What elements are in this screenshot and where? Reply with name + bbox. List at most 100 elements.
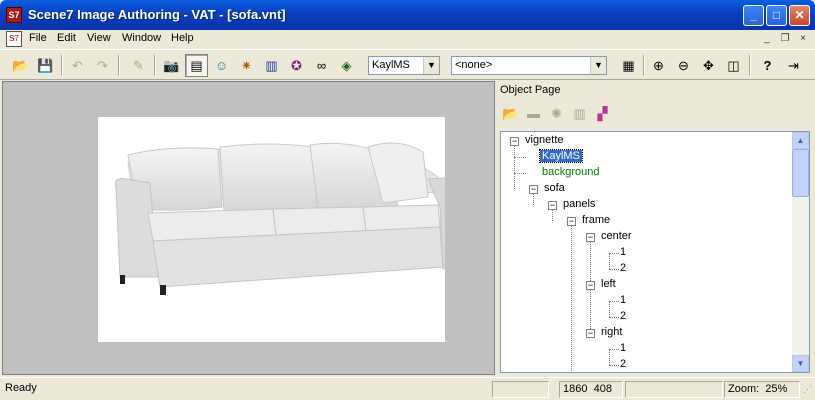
edit-icon[interactable]: ✎	[127, 54, 150, 77]
document-icon[interactable]: S7	[6, 31, 22, 47]
star-icon[interactable]: ✪	[285, 54, 308, 77]
toolbar-separator	[154, 55, 156, 76]
book-icon[interactable]: ▥	[260, 54, 283, 77]
mdi-minimize-button[interactable]: _	[760, 33, 774, 45]
toolbar-separator	[61, 55, 63, 76]
undo-icon[interactable]: ↶	[66, 54, 89, 77]
tree-node-left[interactable]: left	[599, 277, 618, 292]
maximize-button[interactable]: □	[766, 5, 787, 26]
fit-icon[interactable]: ✥	[697, 54, 720, 77]
menu-window[interactable]: Window	[122, 32, 161, 44]
rgb-icon[interactable]: ▞	[592, 104, 613, 125]
toolbar: 📂 💾 ↶ ↷ ✎ 📷 ▤ ☺ ✷ ▥ ✪ ∞ ◈ KaylMS ▼ <none…	[0, 49, 815, 80]
page-icon[interactable]: ▤	[185, 54, 208, 77]
tree-line	[609, 253, 610, 269]
remove-icon[interactable]: ▬	[523, 104, 544, 125]
app-icon[interactable]: S7	[6, 7, 22, 23]
save-icon[interactable]: 💾	[34, 54, 57, 77]
tree-collapse-toggle[interactable]: −	[586, 329, 595, 338]
light-icon[interactable]: ✷	[235, 54, 258, 77]
menu-view[interactable]: View	[87, 32, 111, 44]
toolbar-separator	[118, 55, 120, 76]
scroll-thumb[interactable]	[792, 149, 809, 197]
zoom-in-icon[interactable]: ⊕	[647, 54, 670, 77]
tree-node-right-2[interactable]: 2	[618, 357, 628, 372]
mask-icon[interactable]: ☺	[210, 54, 233, 77]
tree-node-label: 2	[620, 262, 627, 274]
link-icon[interactable]: ∞	[310, 54, 333, 77]
toolbar-separator	[643, 55, 645, 76]
tree-node-label: 1	[620, 294, 627, 306]
chevron-down-icon[interactable]: ▼	[590, 57, 606, 74]
tree-node-label: 1	[620, 342, 627, 354]
tree-node-panels[interactable]: panels	[561, 197, 597, 212]
tree-node-center-2[interactable]: 2	[618, 261, 628, 276]
tree-node-vignette[interactable]: vignette	[523, 133, 566, 148]
tree-node-left-2[interactable]: 2	[618, 309, 628, 324]
tree-node-label: center	[601, 230, 632, 242]
status-coords: 1860 408	[559, 381, 623, 398]
tree-node-center-1[interactable]: 1	[618, 245, 628, 260]
object-combo-value: KaylMS	[372, 59, 410, 71]
tree-node-sofa[interactable]: sofa	[542, 181, 567, 196]
menu-edit[interactable]: Edit	[57, 32, 76, 44]
help-icon[interactable]: ?	[756, 54, 779, 77]
object-combo[interactable]: KaylMS ▼	[368, 56, 440, 75]
split-view-icon[interactable]: ◫	[722, 54, 745, 77]
material-combo[interactable]: <none> ▼	[451, 56, 607, 75]
tree-line	[514, 141, 515, 189]
material-combo-value: <none>	[455, 59, 493, 71]
tree-node-right[interactable]: right	[599, 325, 624, 340]
object-tree[interactable]: − vignette KaylMS background − sofa − pa…	[500, 131, 810, 373]
open-icon[interactable]: 📂	[9, 54, 32, 77]
mdi-close-button[interactable]: ×	[796, 33, 810, 45]
layer-icon[interactable]: ◈	[335, 54, 358, 77]
tree-node-frame[interactable]: frame	[580, 213, 612, 228]
tree-node-center[interactable]: center	[599, 229, 634, 244]
tree-collapse-toggle[interactable]: −	[586, 281, 595, 290]
close-button[interactable]: ✕	[789, 5, 810, 26]
sofa-image	[115, 142, 464, 295]
object-page-title: Object Page	[500, 84, 561, 96]
tree-node-background[interactable]: background	[540, 165, 602, 180]
title-bar[interactable]: S7 Scene7 Image Authoring - VAT - [sofa.…	[0, 0, 815, 30]
tree-collapse-toggle[interactable]: −	[567, 217, 576, 226]
tree-line	[571, 221, 572, 372]
toolbar-separator	[749, 55, 751, 76]
tree-collapse-toggle[interactable]: −	[529, 185, 538, 194]
open-folder-icon[interactable]: 📂	[500, 104, 521, 125]
window-title: Scene7 Image Authoring - VAT - [sofa.vnt…	[28, 7, 286, 22]
tree-scrollbar[interactable]: ▲ ▼	[792, 132, 809, 372]
object-page-toolbar: 📂 ▬ ✺ ▥ ▞	[497, 101, 813, 127]
zoom-out-icon[interactable]: ⊖	[672, 54, 695, 77]
menu-file[interactable]: File	[29, 32, 47, 44]
object-page-panel: Object Page 📂 ▬ ✺ ▥ ▞ − vignette KaylMS …	[497, 81, 813, 375]
mdi-restore-button[interactable]: ❐	[778, 33, 792, 45]
tree-node-kaylms[interactable]: KaylMS	[539, 149, 583, 164]
tree-collapse-toggle[interactable]: −	[510, 137, 519, 146]
tree-collapse-toggle[interactable]: −	[586, 233, 595, 242]
status-pane	[625, 381, 723, 398]
properties-icon[interactable]: ▦	[617, 54, 640, 77]
redo-icon[interactable]: ↷	[91, 54, 114, 77]
frame-icon[interactable]: ▥	[569, 104, 590, 125]
menu-help[interactable]: Help	[171, 32, 194, 44]
chevron-down-icon[interactable]: ▼	[423, 57, 439, 74]
minimize-button[interactable]: _	[743, 5, 764, 26]
status-zoom: Zoom: 25%	[724, 381, 800, 398]
settings-icon[interactable]: ✺	[546, 104, 567, 125]
tree-node-left-1[interactable]: 1	[618, 293, 628, 308]
vignette-image[interactable]	[98, 117, 464, 342]
tree-node-right-1[interactable]: 1	[618, 341, 628, 356]
tree-node-label: 1	[620, 246, 627, 258]
canvas-area[interactable]	[2, 81, 495, 375]
tree-collapse-toggle[interactable]: −	[548, 201, 557, 210]
tree-line	[609, 301, 610, 317]
status-bar: Ready 1860 408 Zoom: 25% ⋰	[0, 377, 815, 400]
scroll-up-icon[interactable]: ▲	[792, 132, 809, 149]
exit-icon[interactable]: ⇥	[782, 54, 805, 77]
camera-icon[interactable]: 📷	[160, 54, 183, 77]
resize-grip-icon[interactable]: ⋰	[803, 384, 812, 395]
tree-node-label: vignette	[525, 134, 564, 146]
scroll-down-icon[interactable]: ▼	[792, 355, 809, 372]
